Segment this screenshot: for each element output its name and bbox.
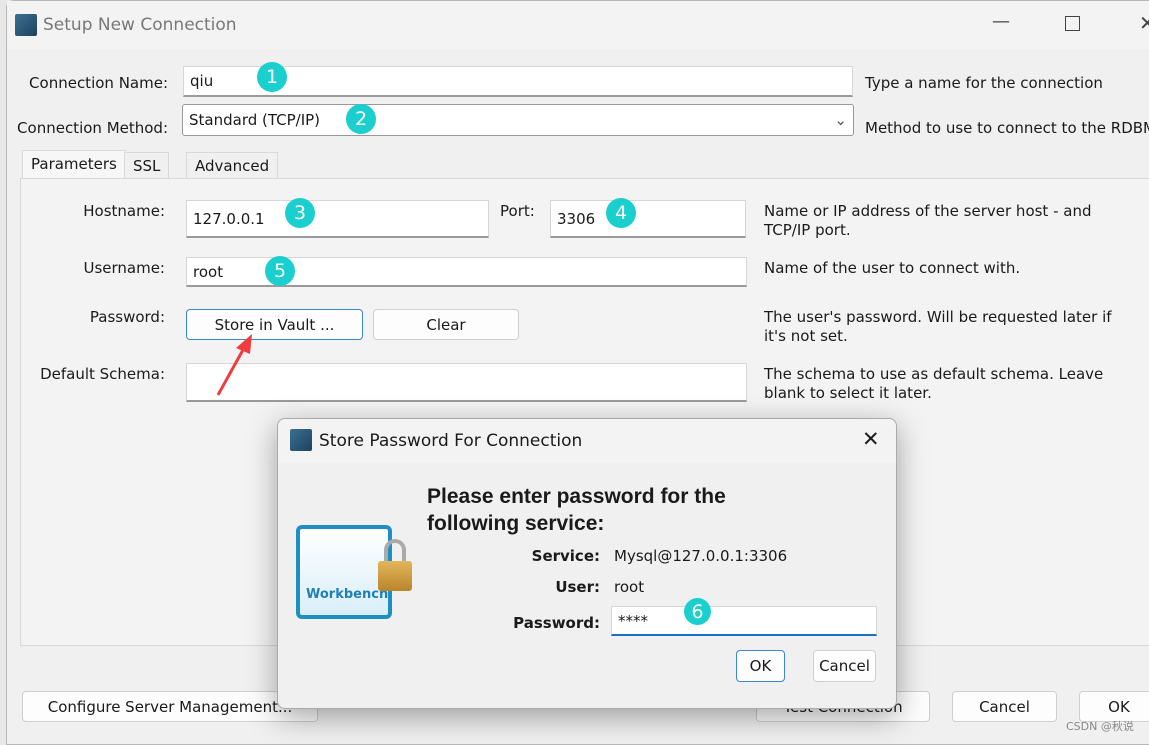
workbench-logo-text: Workbench [306,587,389,602]
service-value: Mysql@127.0.0.1:3306 [614,547,788,565]
service-label: Service: [531,547,600,565]
annotation-badge: 2 [346,104,376,134]
annotation-badge: 6 [684,598,711,625]
watermark: CSDN @秋说 [1066,720,1134,733]
dialog-title: Store Password For Connection [319,431,583,451]
user-value: root [614,578,645,596]
padlock-icon [378,539,412,591]
annotation-badge: 3 [285,198,315,228]
annotation-badge: 4 [606,198,636,228]
dialog-close-icon[interactable]: ✕ [862,427,880,451]
workbench-app-icon [290,429,312,451]
annotation-badge: 5 [265,256,295,286]
dialog-password-input[interactable]: **** [611,606,877,636]
annotation-badge: 1 [257,62,287,92]
user-label: User: [555,578,600,596]
dialog-ok-button[interactable]: OK [736,650,785,682]
store-password-dialog: Store Password For Connection ✕ Workbenc… [277,418,897,709]
dialog-title-bar: Store Password For Connection ✕ [278,419,896,463]
dialog-password-label: Password: [513,614,600,632]
dialog-heading: Please enter password for the following … [427,485,726,535]
dialog-cancel-button[interactable]: Cancel [813,650,876,682]
